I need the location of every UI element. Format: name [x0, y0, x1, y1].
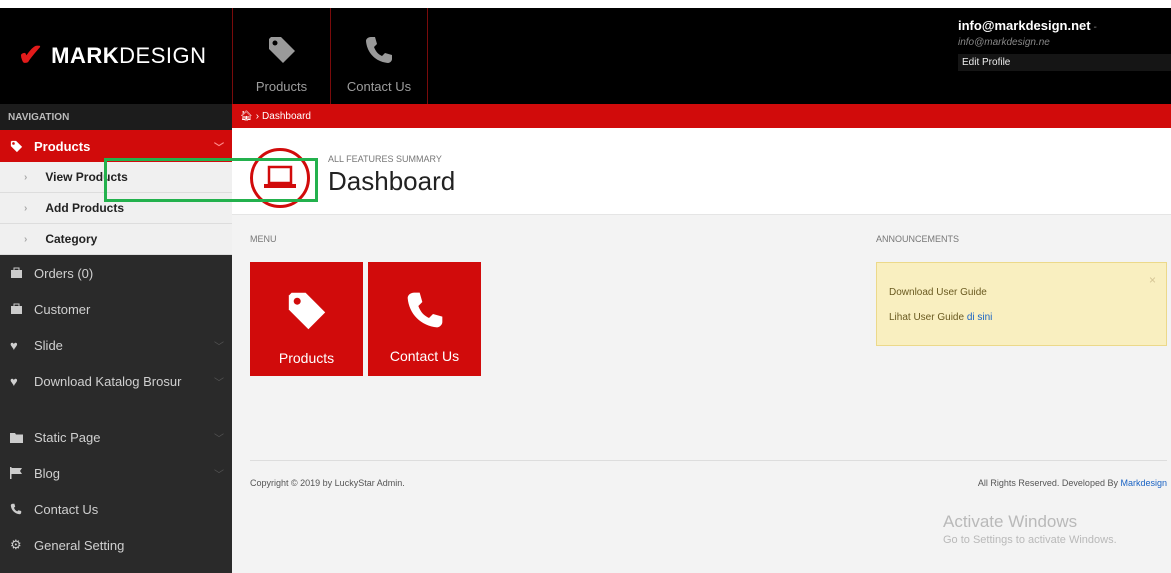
sidebar-item-general-setting[interactable]: ⚙ General Setting [0, 527, 232, 563]
breadcrumb-dashboard[interactable]: Dashboard [262, 111, 311, 122]
breadcrumb-separator: › [255, 110, 260, 122]
tag-icon [10, 140, 34, 153]
edit-profile-button[interactable]: Edit Profile [958, 54, 1171, 71]
footer-copyright: Copyright © 2019 by LuckyStar Admin. [250, 478, 405, 488]
check-icon: ✔ [18, 39, 44, 72]
phone-icon [10, 503, 34, 515]
page-header: ALL FEATURES SUMMARY Dashboard [232, 128, 1171, 215]
briefcase-icon [10, 303, 34, 315]
phone-icon [366, 37, 392, 63]
tag-icon [288, 292, 325, 330]
subitem-label: View Products [45, 170, 128, 184]
app-window: ✔ MARKDESIGN Products Contact Us info@ma… [0, 0, 1171, 573]
briefcase-icon [10, 267, 34, 279]
watermark-subtitle: Go to Settings to activate Windows. [943, 534, 1117, 546]
markdesign-link[interactable]: Markdesign [1120, 478, 1167, 488]
sidebar-item-static-page[interactable]: Static Page ﹀ [0, 419, 232, 455]
tile-label: Products [278, 350, 335, 366]
chevron-right-icon: › [24, 202, 28, 214]
heart-icon: ♥ [10, 373, 18, 389]
laptop-icon [250, 148, 310, 208]
chevron-down-icon: ﹀ [214, 433, 224, 445]
sidebar-item-label: Products [34, 138, 91, 154]
sidebar-item-orders[interactable]: Orders (0) [0, 255, 232, 291]
logo-rest: DESIGN [119, 43, 207, 68]
chevron-down-icon: ﹀ [214, 142, 224, 154]
breadcrumb: 🏠︎ › Dashboard [232, 104, 1171, 128]
flag-icon [10, 467, 34, 479]
announcement-title: Download User Guide [889, 287, 987, 298]
main-content: 🏠︎ › Dashboard ALL FEATURES SUMMARY Dash… [232, 104, 1171, 573]
sidebar-item-label: Static Page [34, 429, 101, 445]
tile-products[interactable]: Products [250, 262, 363, 376]
heart-icon: ♥ [10, 337, 18, 353]
phone-icon [407, 292, 442, 328]
chevron-down-icon: ﹀ [214, 341, 224, 353]
topnav-contact[interactable]: Contact Us [330, 8, 428, 104]
activate-windows-watermark: Activate Windows Go to Settings to activ… [943, 512, 1117, 546]
sidebar-item-customer[interactable]: Customer [0, 291, 232, 327]
footer-rights: All Rights Reserved. Developed By Markde… [977, 478, 1167, 488]
topnav-products-label: Products [255, 79, 308, 94]
user-box: info@markdesign.net - info@markdesign.ne… [958, 18, 1171, 71]
tile-label: Contact Us [389, 348, 460, 364]
sidebar-item-contact-us[interactable]: Contact Us [0, 491, 232, 527]
sidebar-item-download-katalog[interactable]: ♥ Download Katalog Brosur ﹀ [0, 363, 232, 399]
sidebar-subitem-add-products[interactable]: › Add Products [0, 193, 232, 224]
page-title: Dashboard [328, 166, 456, 196]
topnav-products[interactable]: Products [232, 8, 330, 104]
sidebar-item-products[interactable]: Products ﹀ [0, 130, 232, 162]
chevron-right-icon: › [24, 171, 28, 183]
topnav-contact-label: Contact Us [346, 79, 412, 94]
subitem-label: Add Products [45, 201, 125, 215]
sidebar-item-label: Customer [34, 301, 91, 317]
user-guide-link[interactable]: di sini [967, 312, 993, 323]
close-icon[interactable]: × [1149, 273, 1156, 287]
sidebar-item-label: Contact Us [34, 501, 99, 517]
folder-icon [10, 432, 34, 443]
sidebar-item-label: Download Katalog Brosur [34, 373, 182, 389]
chevron-right-icon: › [24, 233, 28, 245]
tag-icon [268, 37, 295, 63]
sidebar-item-label: Blog [34, 465, 61, 481]
announcement-text: Lihat User Guide di sini [889, 312, 993, 323]
user-email[interactable]: info@markdesign.net - info@markdesign.ne [958, 18, 1171, 48]
footer-divider [250, 460, 1167, 461]
sidebar-subitem-category[interactable]: › Category [0, 224, 232, 255]
menu-label: MENU [250, 234, 277, 244]
sidebar-item-label: Slide [34, 337, 63, 353]
sidebar-item-label: General Setting [34, 537, 125, 553]
chevron-down-icon: ﹀ [214, 469, 224, 481]
logo[interactable]: ✔ MARKDESIGN [0, 8, 232, 104]
home-icon[interactable]: 🏠︎ [240, 111, 253, 122]
sidebar-item-label: Orders (0) [34, 265, 94, 281]
sidebar-item-slide[interactable]: ♥ Slide ﹀ [0, 327, 232, 363]
top-bar: ✔ MARKDESIGN Products Contact Us info@ma… [0, 8, 1171, 104]
announcement-box: × Download User Guide Lihat User Guide d… [876, 262, 1167, 346]
watermark-title: Activate Windows [943, 512, 1078, 531]
logo-bold: MARK [51, 43, 120, 68]
announcements-label: ANNOUNCEMENTS [876, 234, 960, 244]
sidebar-item-blog[interactable]: Blog ﹀ [0, 455, 232, 491]
gear-icon: ⚙ [10, 537, 22, 552]
sidebar-subitem-view-products[interactable]: › View Products [0, 162, 232, 193]
chevron-down-icon: ﹀ [214, 377, 224, 389]
top-nav: Products Contact Us [232, 8, 428, 104]
page-subtitle: ALL FEATURES SUMMARY [328, 154, 442, 164]
subitem-label: Category [45, 232, 98, 246]
sidebar: NAVIGATION Products ﹀ › View Products › Ad… [0, 104, 232, 573]
nav-heading: NAVIGATION [0, 104, 232, 130]
tile-contact-us[interactable]: Contact Us [368, 262, 481, 376]
